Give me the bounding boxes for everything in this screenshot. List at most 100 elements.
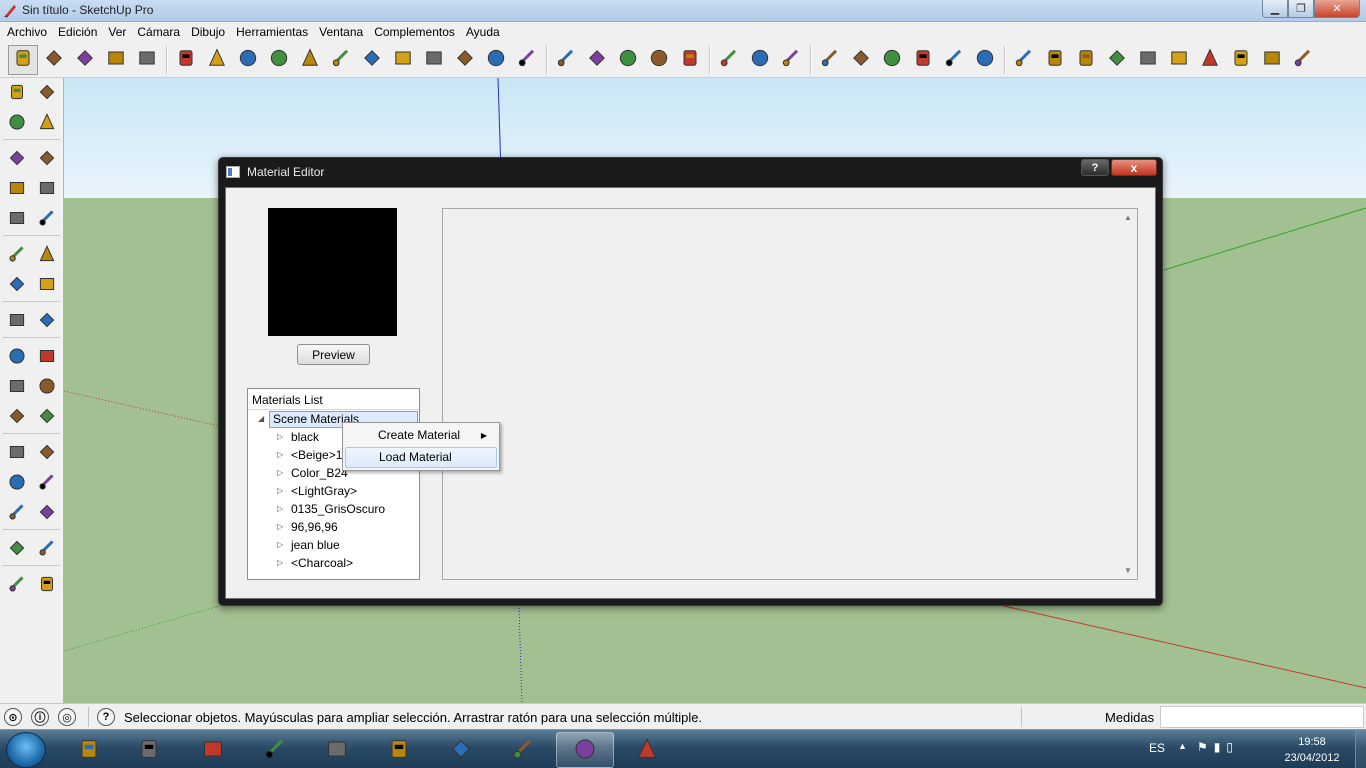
file-explorer-taskbar-button[interactable] [370, 732, 428, 768]
rotate-tool-button[interactable] [357, 45, 387, 75]
dialog-help-button[interactable]: ? [1081, 159, 1109, 176]
move-tool-button[interactable] [326, 45, 356, 75]
create-material-menu-item[interactable]: Create Material ▶ [345, 425, 497, 446]
eraser-tool-button[interactable] [32, 108, 62, 138]
terrain-tool-button[interactable] [644, 45, 674, 75]
google-earth-tool-button[interactable] [675, 45, 705, 75]
menu-edicion[interactable]: Edición [54, 25, 101, 39]
preview-button[interactable]: Preview [297, 344, 370, 365]
plugin-label-tool-button[interactable] [1133, 45, 1163, 75]
arc-tool-button[interactable] [32, 174, 62, 204]
zoom-tool-button[interactable] [481, 45, 511, 75]
front-view-tool-button[interactable] [877, 45, 907, 75]
light-tool-button[interactable] [1195, 45, 1225, 75]
zoom-extents-tool-button[interactable] [512, 45, 542, 75]
language-indicator[interactable]: ES [1149, 741, 1165, 755]
top-view-tool-button[interactable] [846, 45, 876, 75]
sphere-tool-button[interactable] [1288, 45, 1318, 75]
follow-me-tool-button[interactable] [32, 270, 62, 300]
tape-measure-tool-button[interactable] [2, 342, 32, 372]
menu-camara[interactable]: Cámara [133, 25, 184, 39]
geo-location-icon[interactable]: ⊙ [4, 708, 22, 726]
media-player-taskbar-button[interactable] [120, 732, 178, 768]
expand-arrow-icon[interactable]: ▷ [277, 554, 283, 572]
credits-icon[interactable]: ⓘ [31, 708, 49, 726]
show-hidden-icons-icon[interactable]: ▲ [1178, 741, 1187, 751]
plugin-tag-tool-button[interactable] [1040, 45, 1070, 75]
clock-time[interactable]: 19:58 [1282, 736, 1342, 748]
look-around-tool-button[interactable] [32, 534, 62, 564]
previous-view-tool-button[interactable] [2, 498, 32, 528]
menu-dibujo[interactable]: Dibujo [187, 25, 229, 39]
network-taskbar-button[interactable] [184, 732, 242, 768]
content-scrollbar[interactable]: ▲ ▼ [1120, 209, 1137, 579]
material-tree-item[interactable]: ▷ jean blue [248, 536, 419, 554]
minimize-button[interactable]: ▁ [1262, 0, 1288, 18]
network-signal-icon[interactable]: ▮ [1214, 740, 1227, 754]
paint-bucket-tool-button[interactable] [264, 45, 294, 75]
text-tool-button[interactable] [32, 372, 62, 402]
protractor-tool-button[interactable] [2, 372, 32, 402]
scroll-up-icon[interactable]: ▲ [1124, 213, 1132, 222]
menu-ventana[interactable]: Ventana [315, 25, 367, 39]
pencil-tool-button[interactable] [32, 144, 62, 174]
lamp-tool-button[interactable] [1257, 45, 1287, 75]
axes-tool-button[interactable] [2, 402, 32, 432]
measurements-input[interactable] [1160, 706, 1364, 728]
left-view-tool-button[interactable] [970, 45, 1000, 75]
back-view-tool-button[interactable] [939, 45, 969, 75]
action-center-icon[interactable]: ⚑ [1197, 740, 1214, 754]
expand-arrow-icon[interactable]: ▷ [277, 500, 283, 518]
circle-tool-button[interactable] [101, 45, 131, 75]
share-model-tool-button[interactable] [745, 45, 775, 75]
menu-archivo[interactable]: Archivo [3, 25, 51, 39]
next-view-tool-button[interactable] [582, 45, 612, 75]
dimension-tool-button[interactable] [32, 342, 62, 372]
dialog-close-button[interactable]: x [1111, 159, 1157, 176]
zoom-tool-button[interactable] [2, 468, 32, 498]
menu-complementos[interactable]: Complementos [370, 25, 459, 39]
paint-taskbar-button[interactable] [618, 732, 676, 768]
position-camera-tool-button[interactable] [2, 534, 32, 564]
rectangle-tool-button[interactable] [2, 144, 32, 174]
sticky-notes-taskbar-button[interactable] [494, 732, 552, 768]
expand-arrow-icon[interactable]: ▷ [277, 482, 283, 500]
menu-ayuda[interactable]: Ayuda [462, 25, 504, 39]
close-button[interactable]: ✕ [1314, 0, 1360, 18]
eraser-tool-button[interactable] [202, 45, 232, 75]
paint-bucket-tool-button[interactable] [2, 108, 32, 138]
select-tool-button[interactable] [2, 78, 32, 108]
chrome-taskbar-button[interactable] [308, 732, 366, 768]
iso-view-tool-button[interactable] [815, 45, 845, 75]
scroll-down-icon[interactable]: ▼ [1124, 566, 1132, 575]
get-models-tool-button[interactable] [714, 45, 744, 75]
pan-tool-button[interactable] [450, 45, 480, 75]
expand-arrow-icon[interactable]: ▷ [277, 536, 283, 554]
pencil-tool-button[interactable] [39, 45, 69, 75]
orbit-tool-button[interactable] [2, 438, 32, 468]
expand-arrow-icon[interactable]: ▷ [277, 464, 283, 482]
power-icon[interactable]: ▯ [1226, 740, 1239, 754]
sun-tool-button[interactable] [1164, 45, 1194, 75]
make-component-tool-button[interactable] [171, 45, 201, 75]
expand-arrow-icon[interactable]: ▷ [277, 518, 283, 536]
help-tool-button[interactable] [1102, 45, 1132, 75]
load-material-menu-item[interactable]: Load Material [345, 447, 497, 468]
freehand-tool-button[interactable] [32, 204, 62, 234]
collapse-arrow-icon[interactable]: ◢ [258, 410, 264, 428]
walk-tool-button[interactable] [2, 570, 32, 600]
show-desktop-button[interactable] [1355, 730, 1366, 768]
3d-text-tool-button[interactable] [32, 402, 62, 432]
menu-ver[interactable]: Ver [104, 25, 130, 39]
right-view-tool-button[interactable] [908, 45, 938, 75]
expand-arrow-icon[interactable]: ▷ [277, 428, 283, 446]
sketchup-taskbar-button[interactable] [556, 732, 614, 768]
move-tool-button[interactable] [2, 240, 32, 270]
plugin-m-tool-button[interactable] [1009, 45, 1039, 75]
section-plane-tool-button[interactable] [32, 570, 62, 600]
scale-tool-button[interactable] [2, 306, 32, 336]
next-view-tool-button[interactable] [32, 498, 62, 528]
hp-taskbar-button[interactable] [60, 732, 118, 768]
material-tree-item[interactable]: ▷ <Charcoal> [248, 554, 419, 572]
flag-tool-button[interactable] [1226, 45, 1256, 75]
